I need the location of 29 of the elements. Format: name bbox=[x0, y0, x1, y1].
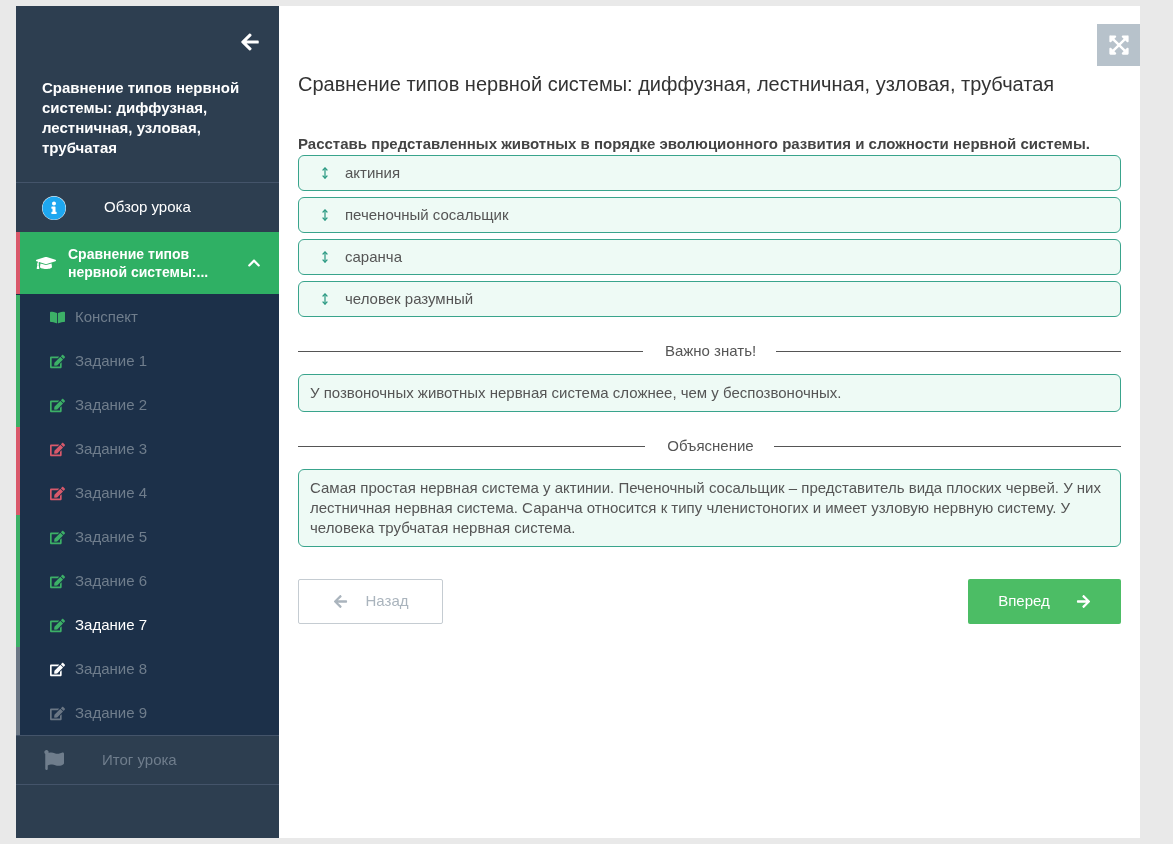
sidebar-item[interactable]: Конспект bbox=[20, 295, 279, 339]
sidebar-item[interactable]: Задание 7 bbox=[20, 603, 279, 647]
flag-icon bbox=[44, 750, 64, 770]
note-box: У позвоночных животных нервная система сложнее, чем у беспозвоночных. bbox=[298, 374, 1121, 412]
sidebar-item[interactable]: Задание 5 bbox=[20, 515, 279, 559]
answer-item[interactable]: печеночный сосальщик bbox=[298, 197, 1121, 233]
next-button[interactable]: Вперед bbox=[968, 579, 1121, 624]
question-text: Расставь представленных животных в порядке эволюционного развития и сложности нервной системы. bbox=[298, 134, 1091, 154]
answer-item[interactable]: актиния bbox=[298, 155, 1121, 191]
answer-item[interactable]: человек разумный bbox=[298, 281, 1121, 317]
sidebar-item[interactable]: Задание 8 bbox=[20, 647, 279, 691]
sidebar-item[interactable]: Задание 2 bbox=[20, 383, 279, 427]
sidebar-item[interactable]: Задание 1 bbox=[20, 339, 279, 383]
sidebar-item[interactable]: Задание 9 bbox=[20, 691, 279, 735]
note-box: Самая простая нервная система у актинии. Печеночный сосальщик – представитель вида плоских червей. У них лестничная нервная система. Саранча относится к типу членистоногих и имеет узловую нервную систему. У человека трубчатая нервная система. bbox=[298, 469, 1121, 547]
section-heading: Важно знать! bbox=[664, 340, 757, 361]
sidebar-item[interactable]: Задание 6 bbox=[20, 559, 279, 603]
section-heading: Объяснение bbox=[667, 435, 754, 456]
arrow-left-icon bbox=[332, 594, 348, 609]
answer-item[interactable]: саранча bbox=[298, 239, 1121, 275]
lesson-title: Сравнение типов нервной системы: диффузная, лестничная, узловая, трубчатая bbox=[41, 78, 241, 158]
back-arrow-icon[interactable] bbox=[239, 32, 261, 52]
sidebar-item[interactable]: Задание 4 bbox=[20, 471, 279, 515]
arrow-right-icon bbox=[1075, 594, 1091, 609]
expand-icon bbox=[1107, 34, 1130, 56]
lesson-heading: Сравнение типов нервной системы: диффузная, лестничная, узловая, трубчатая bbox=[298, 72, 1056, 97]
info-icon bbox=[42, 195, 66, 220]
graduation-cap-icon bbox=[36, 254, 56, 272]
sidebar-item[interactable]: Задание 3 bbox=[20, 427, 279, 471]
